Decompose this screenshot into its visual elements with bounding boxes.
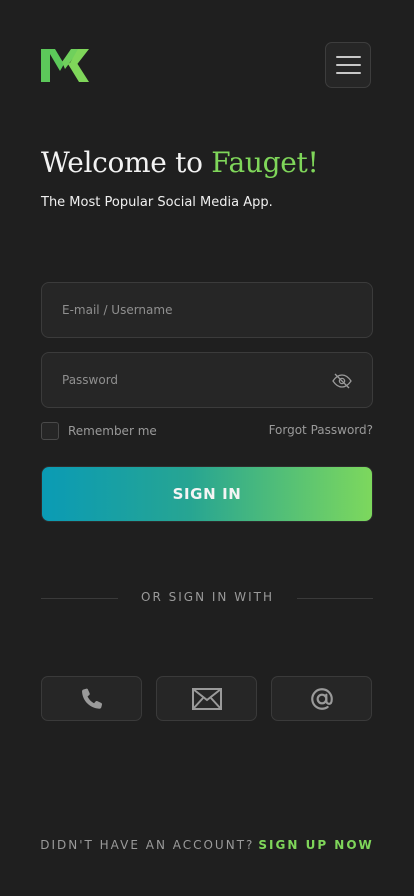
remember-me[interactable]: Remember me xyxy=(41,422,157,440)
title-prefix: Welcome to xyxy=(41,146,212,179)
hamburger-menu-icon xyxy=(335,56,361,58)
envelope-icon xyxy=(191,687,222,710)
menu-button[interactable] xyxy=(325,42,371,88)
signup-link[interactable]: SIGN UP NOW xyxy=(258,838,373,852)
password-input[interactable] xyxy=(42,353,372,407)
remember-checkbox[interactable] xyxy=(41,422,59,440)
email-signin-button[interactable] xyxy=(156,676,257,721)
alt-signin-label: OR SIGN IN WITH xyxy=(141,590,274,604)
at-signin-button[interactable] xyxy=(271,676,372,721)
hamburger-menu-icon-line xyxy=(335,72,361,74)
forgot-password-link[interactable]: Forgot Password? xyxy=(269,423,373,437)
divider-right xyxy=(297,598,373,599)
subtitle: The Most Popular Social Media App. xyxy=(41,195,273,210)
password-field-container xyxy=(41,352,373,408)
mk-logo-icon[interactable] xyxy=(41,49,89,82)
hamburger-menu-icon-line xyxy=(335,64,361,66)
phone-signin-button[interactable] xyxy=(41,676,142,721)
page-title: Welcome to Fauget! xyxy=(41,146,319,179)
brand-name: Fauget! xyxy=(211,146,319,179)
signup-question: DIDN'T HAVE AN ACCOUNT? xyxy=(40,838,255,852)
signin-button[interactable]: SIGN IN xyxy=(41,466,373,522)
at-sign-icon xyxy=(310,687,333,710)
remember-label: Remember me xyxy=(68,424,157,438)
phone-icon xyxy=(81,688,102,709)
username-input[interactable] xyxy=(42,283,372,337)
signup-prompt: DIDN'T HAVE AN ACCOUNT? SIGN UP NOW xyxy=(0,838,414,852)
eye-slash-icon[interactable] xyxy=(332,372,352,390)
username-field-container xyxy=(41,282,373,338)
divider-left xyxy=(41,598,118,599)
